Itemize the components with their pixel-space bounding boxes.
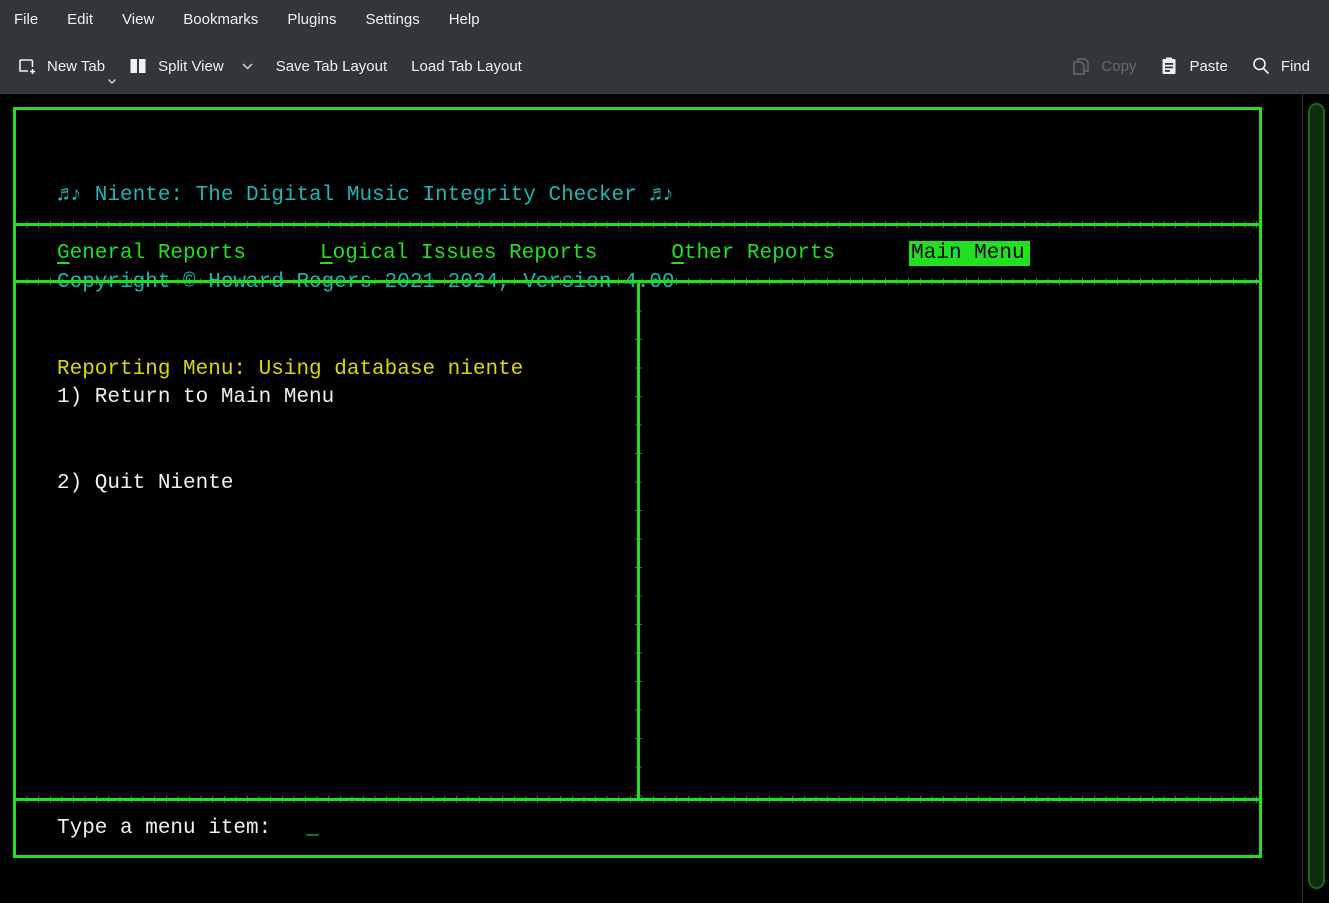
menu-options-panel: 1) Return to Main Menu 2) Quit Niente (16, 283, 637, 798)
new-tab-icon (16, 55, 38, 77)
tab-general-reports[interactable]: General Reports (57, 242, 246, 265)
new-tab-button[interactable]: New Tab (16, 55, 105, 77)
new-tab-label: New Tab (47, 58, 105, 75)
split-view-button[interactable]: Split View (127, 55, 254, 77)
menu-file[interactable]: File (12, 7, 40, 32)
menu-bookmarks[interactable]: Bookmarks (181, 7, 260, 32)
copy-button[interactable]: Copy (1070, 55, 1136, 77)
app-title: ♬♪ Niente: The Digital Music Integrity C… (57, 181, 1259, 210)
split-view-label: Split View (158, 58, 224, 75)
load-tab-layout-button[interactable]: Load Tab Layout (411, 58, 522, 75)
paste-label: Paste (1189, 58, 1227, 75)
terminal-scrollbar-track[interactable] (1302, 94, 1329, 903)
menubar: File Edit View Bookmarks Plugins Setting… (0, 0, 1329, 38)
menu-option-2: 2) Quit Niente (57, 470, 637, 499)
divider-panels-prompt (16, 798, 1259, 801)
tab-logical-issues-reports[interactable]: Logical Issues Reports (320, 242, 597, 265)
menu-option-1: 1) Return to Main Menu (57, 384, 637, 413)
tab-other-reports[interactable]: Other Reports (671, 242, 835, 265)
output-panel (640, 283, 1259, 798)
terminal-screen[interactable]: ♬♪ Niente: The Digital Music Integrity C… (0, 94, 1329, 903)
terminal-scrollbar-thumb[interactable] (1308, 103, 1325, 889)
tab-main-menu[interactable]: Main Menu (909, 241, 1029, 266)
divider-header-tabs (16, 223, 1259, 226)
search-icon (1250, 55, 1272, 77)
menu-settings[interactable]: Settings (364, 7, 422, 32)
prompt-label: Type a menu item: (57, 817, 271, 840)
menu-edit[interactable]: Edit (65, 7, 95, 32)
niente-tui-window: ♬♪ Niente: The Digital Music Integrity C… (13, 107, 1262, 858)
menu-help[interactable]: Help (447, 7, 482, 32)
split-view-icon (127, 55, 149, 77)
menu-plugins[interactable]: Plugins (285, 7, 338, 32)
prompt-bar[interactable]: Type a menu item: _ (16, 801, 1259, 855)
paste-icon (1158, 55, 1180, 77)
paste-button[interactable]: Paste (1158, 55, 1227, 77)
chevron-down-icon[interactable] (107, 78, 117, 85)
chevron-down-icon[interactable] (241, 62, 254, 71)
find-label: Find (1281, 58, 1310, 75)
tui-tab-bar: General Reports Logical Issues Reports O… (16, 226, 1259, 280)
copy-icon (1070, 55, 1092, 77)
find-button[interactable]: Find (1250, 55, 1310, 77)
save-tab-layout-button[interactable]: Save Tab Layout (276, 58, 387, 75)
menu-view[interactable]: View (120, 7, 156, 32)
tui-header: ♬♪ Niente: The Digital Music Integrity C… (16, 110, 1259, 223)
toolbar: New Tab Split View Save Tab Layout Load … (0, 38, 1329, 94)
tui-panels: 1) Return to Main Menu 2) Quit Niente (16, 283, 1259, 798)
text-cursor: _ (306, 817, 319, 840)
save-tab-layout-label: Save Tab Layout (276, 58, 387, 75)
load-tab-layout-label: Load Tab Layout (411, 58, 522, 75)
copy-label: Copy (1101, 58, 1136, 75)
divider-panels-vertical (637, 283, 640, 798)
